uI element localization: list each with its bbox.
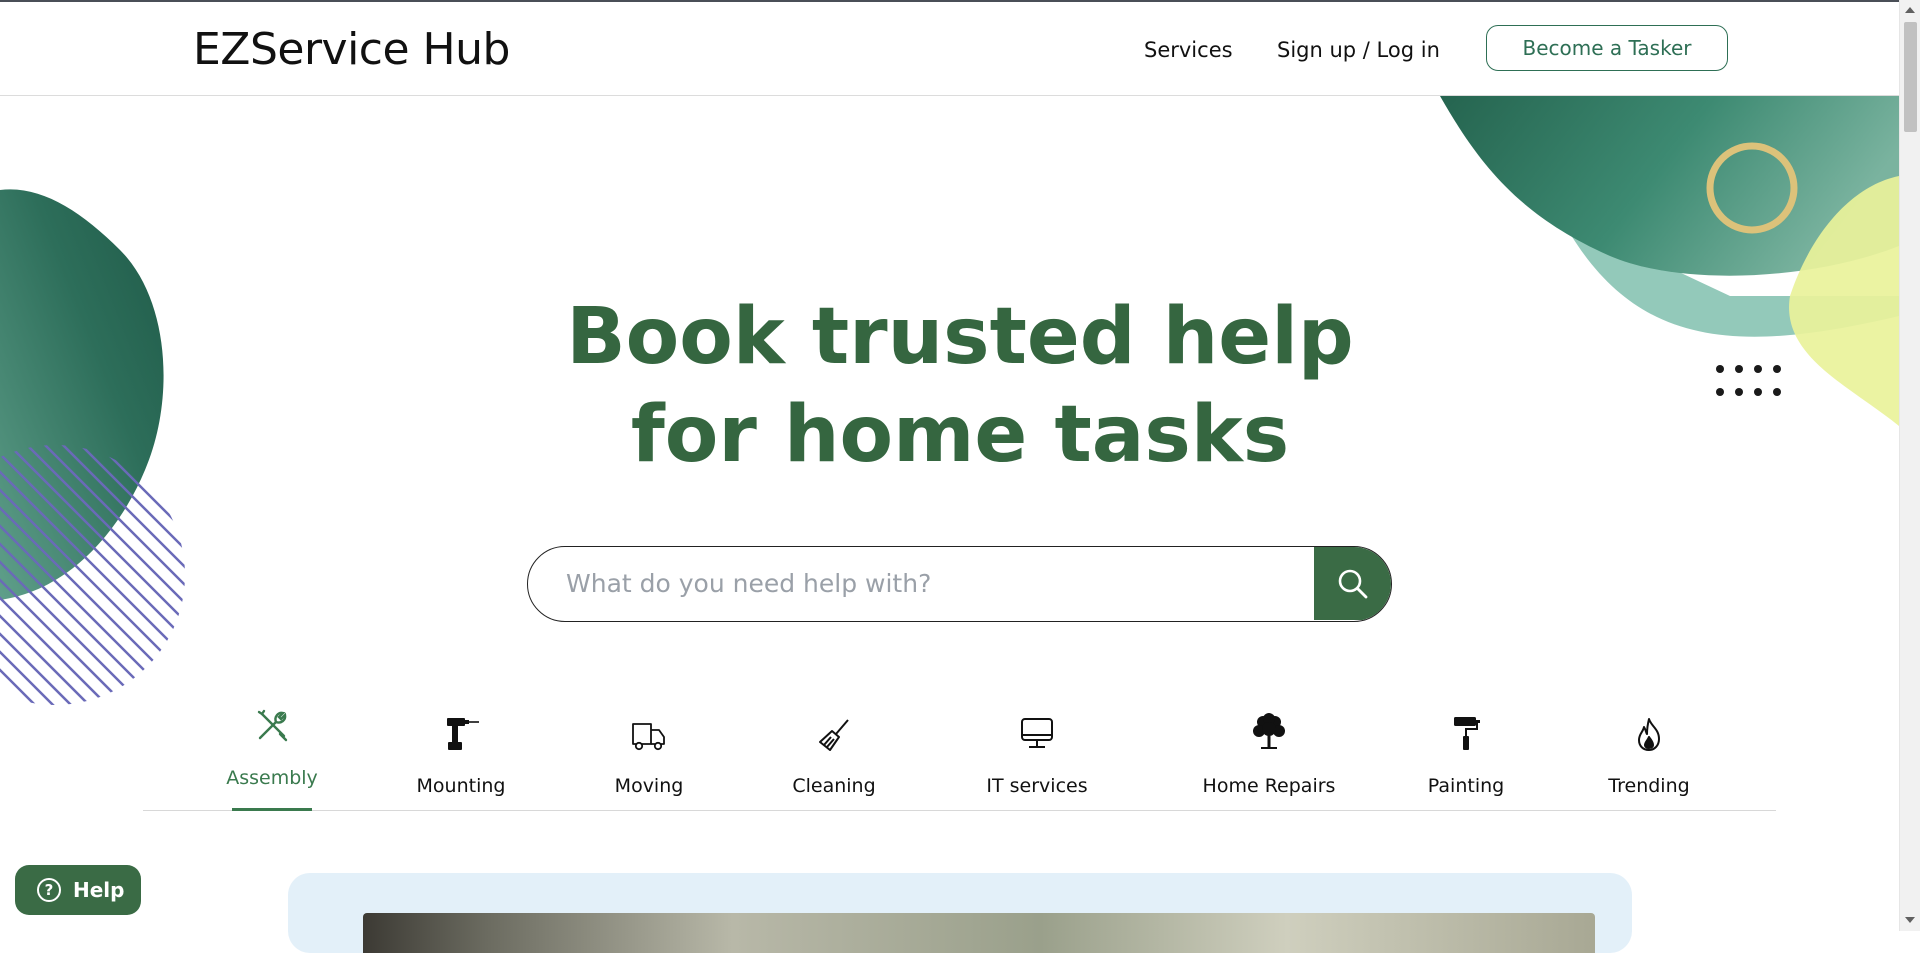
help-label: Help	[73, 878, 125, 902]
truck-icon	[632, 723, 665, 751]
promo-card	[288, 873, 1632, 953]
drill-icon	[447, 718, 479, 750]
tab-trending[interactable]: Trending	[1608, 700, 1690, 810]
tab-mounting[interactable]: Mounting	[413, 700, 509, 810]
search-bar	[527, 546, 1392, 622]
broom-icon	[819, 719, 849, 751]
nav-login-link[interactable]: Sign up / Log in	[1277, 38, 1440, 62]
tab-label: Home Repairs	[1202, 775, 1336, 797]
monitor-icon	[1021, 718, 1053, 748]
tab-assembly[interactable]: Assembly	[226, 700, 318, 811]
flame-icon	[1638, 718, 1660, 751]
question-icon: ?	[37, 878, 61, 902]
promo-image	[363, 913, 1595, 953]
scroll-up-icon[interactable]	[1905, 7, 1915, 13]
tab-moving[interactable]: Moving	[613, 700, 685, 810]
help-button[interactable]: ? Help	[15, 865, 141, 915]
active-tab-indicator	[232, 808, 312, 811]
search-button[interactable]	[1314, 547, 1391, 620]
wrench-screwdriver-icon	[257, 709, 288, 742]
tab-label: Moving	[614, 775, 684, 797]
hero-title-line-1: Book trusted help	[566, 292, 1354, 382]
scroll-thumb[interactable]	[1904, 22, 1917, 132]
tab-cleaning[interactable]: Cleaning	[792, 700, 876, 810]
tab-label: Trending	[1608, 775, 1690, 797]
tab-label: Painting	[1427, 775, 1505, 797]
tab-label: Cleaning	[792, 775, 876, 797]
tab-label: Mounting	[416, 775, 506, 797]
hero-title-line-2: for home tasks	[630, 390, 1290, 480]
nav-services-link[interactable]: Services	[1144, 38, 1233, 62]
search-icon	[1338, 569, 1367, 598]
paint-roller-icon	[1454, 717, 1480, 750]
site-logo[interactable]: EZService Hub	[193, 24, 510, 75]
tab-label: IT services	[986, 775, 1088, 797]
become-tasker-button[interactable]: Become a Tasker	[1486, 25, 1728, 71]
tab-home-repairs[interactable]: Home Repairs	[1196, 700, 1342, 810]
hero-title: Book trusted help for home tasks	[0, 288, 1920, 484]
site-header: EZService Hub Services Sign up / Log in …	[0, 2, 1899, 96]
vertical-scrollbar[interactable]	[1899, 0, 1920, 931]
tab-it-services[interactable]: IT services	[986, 700, 1088, 810]
tab-painting[interactable]: Painting	[1426, 700, 1506, 810]
category-tabs: Assembly Mounting Moving Cleaning IT ser…	[143, 700, 1776, 811]
tree-icon	[1253, 713, 1285, 749]
tab-label: Assembly	[226, 767, 318, 789]
search-input[interactable]	[528, 547, 1316, 620]
scroll-down-icon[interactable]	[1905, 917, 1915, 923]
